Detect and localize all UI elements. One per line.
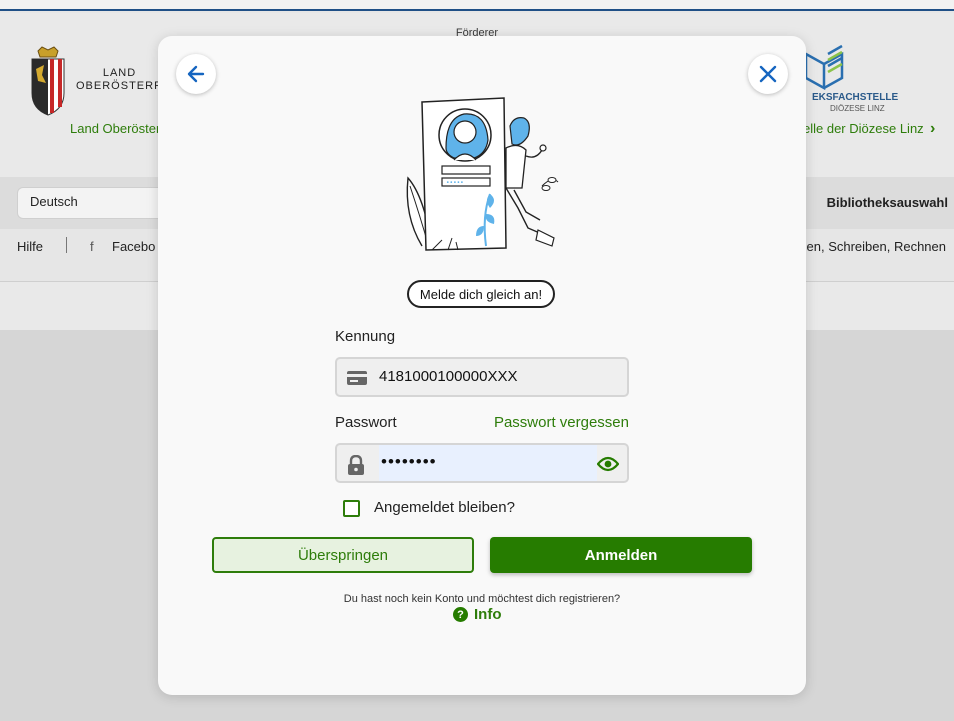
facebook-icon[interactable]: f [90, 239, 94, 254]
land-line2: OBERÖSTERR [76, 80, 164, 92]
kennung-input[interactable]: 4181000100000XXX [335, 357, 629, 397]
land-line1: LAND [102, 67, 137, 79]
login-prompt-pill: Melde dich gleich an! [407, 280, 555, 308]
fachstelle-logo-subtext: DIÖZESE LINZ [830, 104, 885, 113]
svg-text:•••••: ••••• [446, 180, 464, 187]
remember-label[interactable]: Angemeldet bleiben? [374, 499, 515, 516]
facebook-link[interactable]: Facebo [112, 239, 155, 254]
top-bar [0, 0, 954, 11]
fachstelle-link[interactable]: elle der Diözese Linz [803, 121, 924, 136]
kennung-value: 4181000100000XXX [379, 368, 518, 385]
card-icon [347, 371, 367, 385]
close-icon [759, 65, 777, 83]
remember-checkbox[interactable] [343, 500, 360, 517]
forgot-password-link[interactable]: Passwort vergessen [494, 414, 629, 431]
info-icon: ? [453, 607, 468, 622]
help-link[interactable]: Hilfe [17, 239, 43, 254]
eye-icon[interactable] [597, 456, 619, 472]
passwort-label: Passwort [335, 414, 397, 431]
chevron-right-icon[interactable]: › [930, 120, 935, 138]
land-link[interactable]: Land Oberöster [70, 121, 160, 136]
info-link[interactable]: ? Info [453, 606, 502, 623]
fachstelle-logo-text: EKSFACHSTELLE [812, 92, 899, 103]
register-prompt: Du hast noch kein Konto und möchtest dic… [343, 593, 621, 605]
divider [66, 237, 67, 253]
login-modal: ••••• Melde dich gleich an! Kennung 4181… [158, 36, 806, 695]
coat-of-arms-logo [30, 45, 66, 122]
password-value: •••••••• [381, 452, 437, 471]
land-logo-text: LAND OBERÖSTERR [76, 67, 163, 93]
login-button[interactable]: Anmelden [490, 537, 752, 573]
login-illustration: ••••• [402, 96, 562, 263]
password-input[interactable]: •••••••• [335, 443, 629, 483]
info-label: Info [474, 606, 502, 623]
skip-button[interactable]: Überspringen [212, 537, 474, 573]
fachstelle-logo [800, 40, 850, 97]
library-select[interactable]: Bibliotheksauswahl [827, 195, 948, 210]
back-arrow-icon [187, 65, 205, 83]
subnav-right-link[interactable]: sen, Schreiben, Rechnen [800, 239, 946, 254]
kennung-label: Kennung [335, 328, 396, 345]
back-button[interactable] [176, 54, 216, 94]
close-button[interactable] [748, 54, 788, 94]
lock-icon [348, 455, 364, 475]
